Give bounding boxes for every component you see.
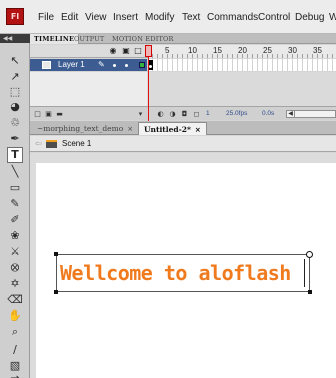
text-cursor <box>304 259 305 287</box>
menu-commands[interactable]: Commands <box>207 12 258 23</box>
flash-app-logo: Fl <box>6 8 24 25</box>
layer-outline-color[interactable] <box>139 62 145 68</box>
tab-output[interactable]: OUTPUT <box>70 34 108 44</box>
center-frame-icon[interactable]: ▾ <box>136 110 145 118</box>
scene-label[interactable]: Scene 1 <box>62 139 91 148</box>
menu-control[interactable]: Control <box>258 12 290 23</box>
deco-tool-icon[interactable]: ❀ <box>7 228 23 244</box>
frame-number: 15 <box>213 46 222 55</box>
menu-view[interactable]: View <box>85 12 107 23</box>
frame-number: 5 <box>165 46 170 55</box>
menu-bar: Fl File Edit View Insert Modify Text Com… <box>0 0 336 34</box>
frame-ruler[interactable]: 1 5 10 15 20 25 30 35 <box>147 45 336 58</box>
tools-panel: ◀◀ ↖ ↗ ⬚ ◕ ♲ ✒ T ╲ ▭ ✎ ✐ ❀ ⚔ ⭙ ✡ ⌫ ✋ ⌕ ∕… <box>0 34 30 378</box>
handle-bottom-right[interactable] <box>308 290 312 294</box>
line-tool-icon[interactable]: ╲ <box>7 164 23 180</box>
scroll-left-icon[interactable]: ◀ <box>287 111 295 117</box>
frame-number: 10 <box>188 46 197 55</box>
elapsed-time: 0.0s <box>262 110 275 117</box>
stage-text[interactable]: Wellcome to aloflash <box>60 261 291 285</box>
edit-multiple-frames-icon[interactable]: ◘ <box>180 110 189 118</box>
lasso-tool-icon[interactable]: ♲ <box>7 115 23 131</box>
current-frame: 1 <box>206 110 210 117</box>
timeline-header: ◉ ▣ □ 1 5 10 15 20 25 30 35 <box>30 45 336 58</box>
pencil-tool-icon[interactable]: ✎ <box>7 196 23 212</box>
visibility-dot[interactable] <box>113 64 116 67</box>
close-icon[interactable]: × <box>195 126 201 134</box>
text-resize-handle[interactable] <box>306 251 313 258</box>
timeline-scrollbar[interactable]: ◀ <box>286 110 336 118</box>
frame-number: 20 <box>238 46 247 55</box>
pasteboard: Wellcome to aloflash <box>30 153 336 378</box>
eyedropper-tool-icon[interactable]: ✡ <box>7 276 23 292</box>
delete-layer-icon[interactable]: ▬ <box>55 110 64 118</box>
onion-outlines-icon[interactable]: ◑ <box>168 110 177 118</box>
scene-icon <box>46 140 57 148</box>
onion-markers-icon[interactable]: ◻ <box>192 110 201 118</box>
menu-text[interactable]: Text <box>182 12 200 23</box>
layer-frames[interactable] <box>147 59 336 71</box>
menu-debug[interactable]: Debug <box>295 12 324 23</box>
timeline-footer: □ ▣ ▬ ▾ ◐ ◑ ◘ ◻ 1 25.0fps 0.0s ◀ <box>30 106 336 120</box>
menu-insert[interactable]: Insert <box>113 12 138 23</box>
tab-morphing-text-demo[interactable]: ~morphing_text_demo × <box>32 122 138 135</box>
onion-skin-icon[interactable]: ◐ <box>156 110 165 118</box>
timeline-panel: TIMELINE OUTPUT MOTION EDITOR ◉ ▣ □ 1 5 … <box>30 34 336 120</box>
eye-icon[interactable]: ◉ <box>109 47 117 55</box>
3d-rotation-tool-icon[interactable]: ◕ <box>7 99 23 115</box>
selected-text-field[interactable]: Wellcome to aloflash <box>54 251 313 294</box>
new-layer-icon[interactable]: □ <box>33 110 42 118</box>
handle-bottom-left[interactable] <box>54 290 58 294</box>
bone-tool-icon[interactable]: ⚔ <box>7 244 23 260</box>
swap-colors-icon[interactable]: ⇄ <box>7 372 23 378</box>
frame-rate[interactable]: 25.0fps <box>226 110 247 117</box>
menu-modify[interactable]: Modify <box>145 12 174 23</box>
outline-icon[interactable]: □ <box>134 47 142 55</box>
handle-top-left[interactable] <box>54 252 58 256</box>
frame-number: 30 <box>288 46 297 55</box>
back-arrow-icon[interactable]: ⇦ <box>35 139 42 148</box>
document-tab-bar: ~morphing_text_demo × Untitled-2* × <box>30 121 336 135</box>
brush-tool-icon[interactable]: ✐ <box>7 212 23 228</box>
frame-number: 25 <box>263 46 272 55</box>
free-transform-tool-icon[interactable]: ⬚ <box>7 84 23 100</box>
pen-tool-icon[interactable]: ✒ <box>7 131 23 147</box>
tab-label: Untitled-2* <box>144 125 191 134</box>
stroke-color-icon[interactable]: ∕ <box>7 342 23 358</box>
menu-window[interactable]: W <box>329 12 336 23</box>
tab-motion-editor[interactable]: MOTION EDITOR <box>108 34 178 44</box>
collapse-grip-icon[interactable]: ◀◀ <box>0 34 30 43</box>
lock-dot[interactable] <box>125 64 128 67</box>
rectangle-tool-icon[interactable]: ▭ <box>7 180 23 196</box>
layer-name[interactable]: Layer 1 <box>58 60 85 69</box>
subselection-tool-icon[interactable]: ↗ <box>7 69 23 85</box>
frame-number: 35 <box>313 46 322 55</box>
frames-empty-area <box>147 72 336 106</box>
new-folder-icon[interactable]: ▣ <box>44 110 53 118</box>
layer-info[interactable]: Layer 1 ✎ <box>30 59 147 71</box>
eraser-tool-icon[interactable]: ⌫ <box>7 292 23 308</box>
panel-tab-bar: TIMELINE OUTPUT MOTION EDITOR <box>30 34 336 44</box>
tab-untitled-2[interactable]: Untitled-2* × <box>138 122 207 135</box>
paint-bucket-tool-icon[interactable]: ⭙ <box>7 260 23 276</box>
tab-label: ~morphing_text_demo <box>37 124 124 133</box>
pencil-icon: ✎ <box>98 60 105 69</box>
text-tool-icon[interactable]: T <box>7 147 23 163</box>
hand-tool-icon[interactable]: ✋ <box>7 308 23 324</box>
zoom-tool-icon[interactable]: ⌕ <box>7 324 23 340</box>
menu-edit[interactable]: Edit <box>61 12 78 23</box>
edit-bar: ⇦ Scene 1 <box>30 136 336 152</box>
lock-icon[interactable]: ▣ <box>122 47 130 55</box>
selection-tool-icon[interactable]: ↖ <box>7 53 23 69</box>
menu-file[interactable]: File <box>38 12 54 23</box>
layer-icon <box>42 61 51 69</box>
playhead[interactable] <box>145 45 152 57</box>
layer-row[interactable]: Layer 1 ✎ <box>30 59 336 71</box>
close-icon[interactable]: × <box>127 125 133 133</box>
stage[interactable]: Wellcome to aloflash <box>36 163 336 378</box>
